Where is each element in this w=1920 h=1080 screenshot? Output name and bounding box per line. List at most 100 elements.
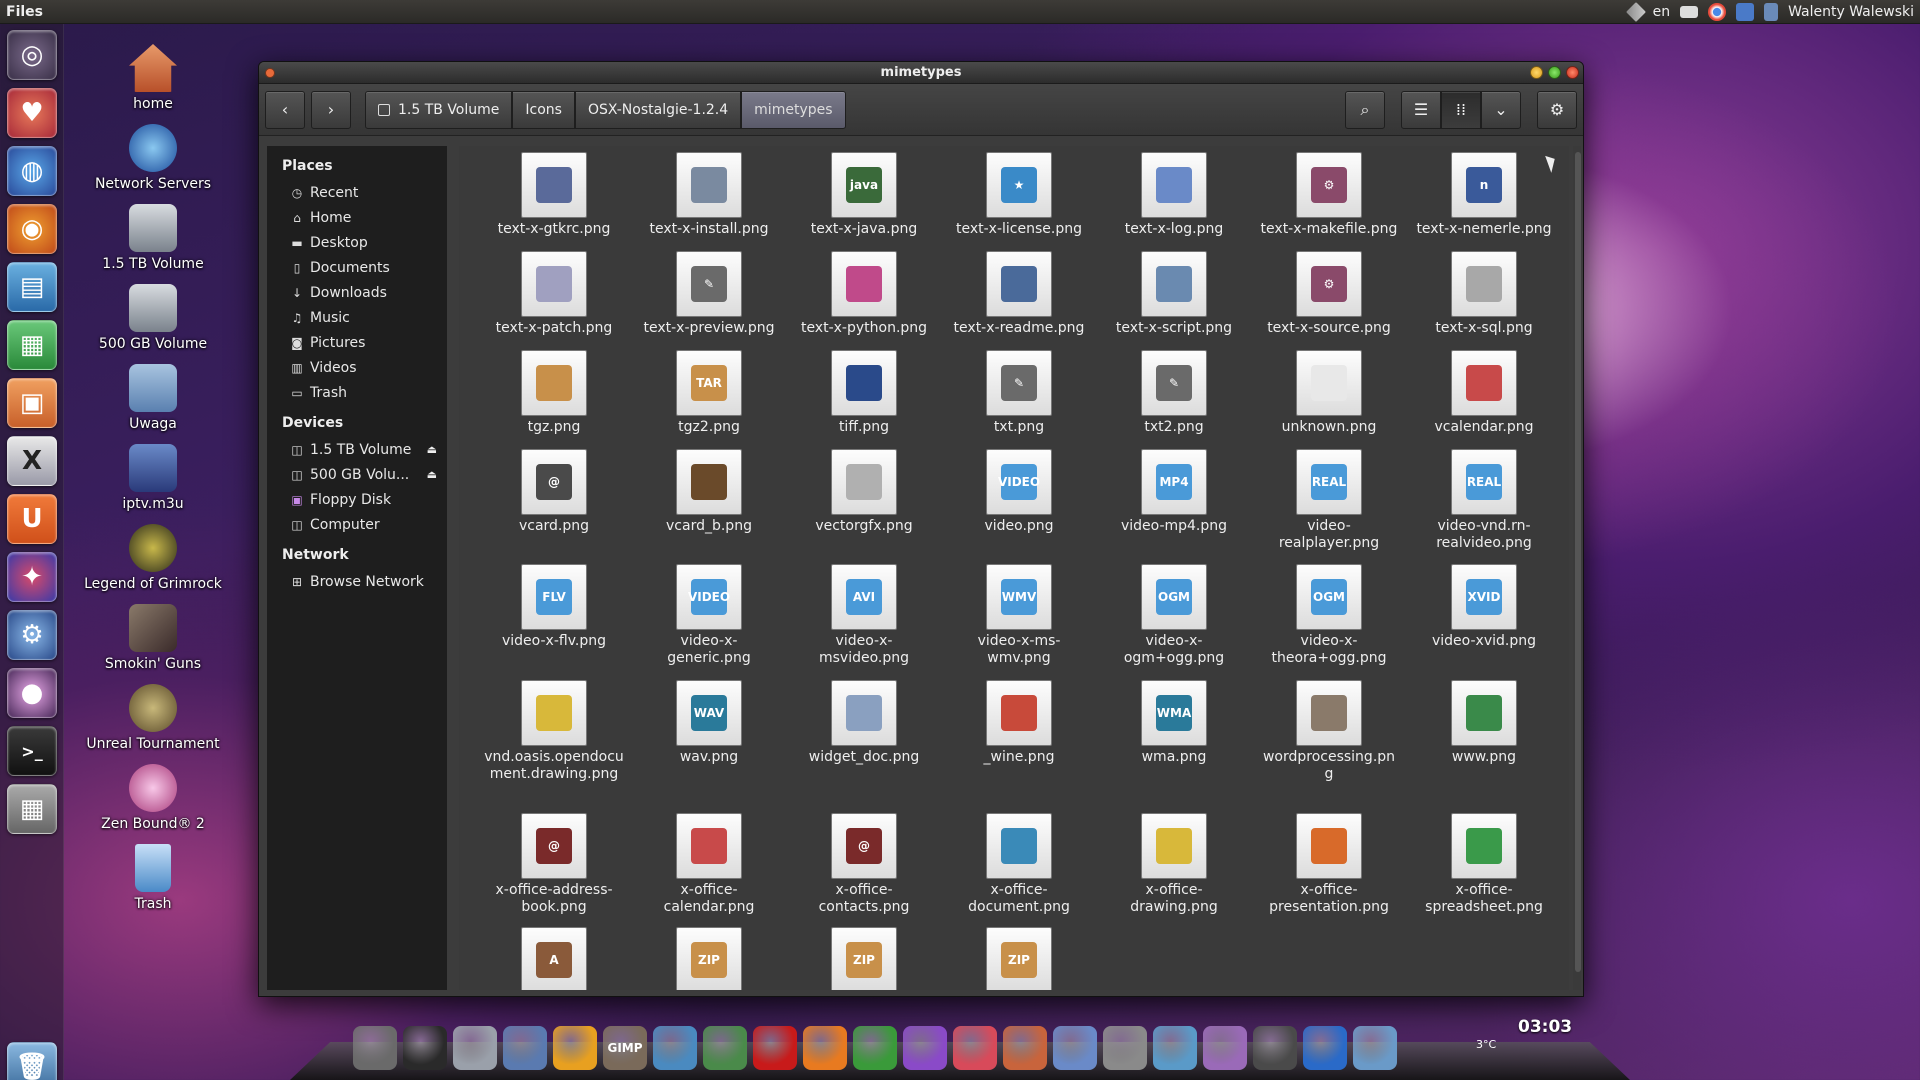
file-item[interactable]: text-x-log.png (1099, 152, 1249, 238)
file-item[interactable]: ✎ txt.png (944, 350, 1094, 436)
desktop-icon-volume-500gb[interactable]: 500 GB Volume (78, 284, 228, 352)
browser-icon[interactable]: ◍ (7, 146, 57, 196)
file-item[interactable]: ✎ text-x-preview.png (634, 251, 784, 337)
libreoffice-writer-icon[interactable]: ▤ (7, 262, 57, 312)
file-item[interactable]: unknown.png (1254, 350, 1404, 436)
sidebar-divider[interactable] (447, 146, 459, 990)
desktop-icon-legend-of-grimrock[interactable]: Legend of Grimrock (78, 524, 228, 592)
file-item[interactable]: tiff.png (789, 350, 939, 436)
chrome-icon[interactable] (853, 1026, 897, 1070)
mail-icon[interactable] (1680, 5, 1699, 18)
sidebar-item-downloads[interactable]: ↓ Downloads (267, 280, 447, 305)
minimize-button[interactable] (1530, 66, 1543, 79)
view-options-button[interactable]: ⌄ (1481, 90, 1521, 129)
trash-icon[interactable]: 🗑 (7, 1042, 57, 1080)
x11-app-icon[interactable]: X (7, 436, 57, 486)
file-item[interactable]: text-x-gtkrc.png (479, 152, 629, 238)
folder-icon[interactable] (1203, 1026, 1247, 1070)
applications-icon[interactable] (1053, 1026, 1097, 1070)
file-item[interactable]: ZIP (789, 927, 939, 990)
sidebar-item-home[interactable]: ⌂ Home (267, 205, 447, 230)
heart-icon[interactable] (953, 1026, 997, 1070)
sidebar-item-music[interactable]: ♫ Music (267, 305, 447, 330)
list-view-button[interactable]: ☰ (1401, 90, 1441, 129)
file-item[interactable]: AVI video-x-msvideo.png (789, 564, 939, 667)
volume-icon[interactable] (1764, 2, 1779, 21)
file-item[interactable]: java text-x-java.png (789, 152, 939, 238)
sidebar-item-pictures[interactable]: ◙ Pictures (267, 330, 447, 355)
file-item[interactable]: vnd.oasis.opendocument.drawing.png (479, 680, 629, 783)
file-item[interactable]: ⚙ text-x-makefile.png (1254, 152, 1404, 238)
settings-button[interactable]: ⚙ (1537, 90, 1577, 129)
file-item[interactable]: @ x-office-contacts.png (789, 813, 939, 916)
file-item[interactable]: VIDEO video-x-generic.png (634, 564, 784, 667)
maximize-button[interactable] (1548, 66, 1561, 79)
file-item[interactable]: text-x-sql.png (1409, 251, 1559, 337)
file-item[interactable]: ★ text-x-license.png (944, 152, 1094, 238)
downloads-icon[interactable] (1153, 1026, 1197, 1070)
file-item[interactable]: x-office-drawing.png (1099, 813, 1249, 916)
file-item[interactable]: ✎ txt2.png (1099, 350, 1249, 436)
file-item[interactable]: REAL video-vnd.rn-realvideo.png (1409, 449, 1559, 552)
pen-icon[interactable] (1625, 1, 1646, 22)
file-item[interactable]: ⚙ text-x-source.png (1254, 251, 1404, 337)
desktop-icon-iptv[interactable]: iptv.m3u (78, 444, 228, 512)
sidebar-item-desktop[interactable]: ▬ Desktop (267, 230, 447, 255)
desktop-icon-uwaga[interactable]: Uwaga (78, 364, 228, 432)
file-item[interactable]: vcard_b.png (634, 449, 784, 535)
libreoffice-impress-icon[interactable]: ▣ (7, 378, 57, 428)
file-item[interactable]: WMA wma.png (1099, 680, 1249, 766)
search-icon[interactable] (1103, 1026, 1147, 1070)
back-button[interactable]: ‹ (265, 90, 305, 129)
file-item[interactable]: @ vcard.png (479, 449, 629, 535)
file-item[interactable]: vcalendar.png (1409, 350, 1559, 436)
window-menu-icon[interactable] (265, 68, 275, 78)
file-item[interactable]: tgz.png (479, 350, 629, 436)
ubuntu-software-icon[interactable]: U (7, 494, 57, 544)
desktop-icon-network-servers[interactable]: Network Servers (78, 124, 228, 192)
file-item[interactable]: text-x-readme.png (944, 251, 1094, 337)
settings-icon[interactable]: ⚙ (7, 610, 57, 660)
file-item[interactable]: text-x-script.png (1099, 251, 1249, 337)
desktop-icon-zen-bound[interactable]: Zen Bound® 2 (78, 764, 228, 832)
desktop-icon-smokin-guns[interactable]: Smokin' Guns (78, 604, 228, 672)
calculator-icon[interactable]: ▦ (7, 784, 57, 834)
sidebar-item-browse-network[interactable]: ⊞ Browse Network (267, 569, 447, 594)
libreoffice-calc-icon[interactable]: ▦ (7, 320, 57, 370)
file-item[interactable]: TAR tgz2.png (634, 350, 784, 436)
desktop-icon-unreal-tournament[interactable]: Unreal Tournament (78, 684, 228, 752)
file-item[interactable]: OGM video-x-theora+ogg.png (1254, 564, 1404, 667)
file-item[interactable]: widget_doc.png (789, 680, 939, 766)
eject-icon[interactable]: ⏏ (427, 468, 437, 481)
file-item[interactable]: _wine.png (944, 680, 1094, 766)
sidebar-item-volume-500gb[interactable]: ◫ 500 GB Volu... ⏏ (267, 462, 447, 487)
file-item[interactable]: MP4 video-mp4.png (1099, 449, 1249, 535)
app-menu-title[interactable]: Files (6, 4, 43, 20)
scrollbar-thumb[interactable] (1575, 152, 1581, 972)
forward-button[interactable]: › (311, 90, 351, 129)
home-icon[interactable] (1003, 1026, 1047, 1070)
file-item[interactable]: text-x-install.png (634, 152, 784, 238)
file-item[interactable]: REAL video-realplayer.png (1254, 449, 1404, 552)
breadcrumb-item-icons[interactable]: Icons (512, 90, 575, 129)
file-item[interactable]: OGM video-x-ogm+ogg.png (1099, 564, 1249, 667)
firefox-icon[interactable]: ◉ (7, 204, 57, 254)
sidebar-item-computer[interactable]: ◫ Computer (267, 512, 447, 537)
documents-icon[interactable] (1353, 1026, 1397, 1070)
file-item[interactable]: x-office-calendar.png (634, 813, 784, 916)
file-item[interactable]: ZIP (634, 927, 784, 990)
grid-view-button[interactable]: ⁞⁞ (1441, 90, 1481, 129)
file-item[interactable]: A (479, 927, 629, 990)
file-item[interactable]: x-office-document.png (944, 813, 1094, 916)
file-item[interactable]: WAV wav.png (634, 680, 784, 766)
window-titlebar[interactable]: mimetypes (259, 62, 1583, 84)
terminal-icon[interactable] (403, 1026, 447, 1070)
breadcrumb-item-mimetypes[interactable]: mimetypes (741, 90, 846, 129)
desktop-icon-trash[interactable]: Trash (78, 844, 228, 912)
power-icon[interactable] (1253, 1026, 1297, 1070)
file-item[interactable]: x-office-spreadsheet.png (1409, 813, 1559, 916)
sidebar-item-volume-1-5tb[interactable]: ◫ 1.5 TB Volume ⏏ (267, 437, 447, 462)
breadcrumb-item-theme[interactable]: OSX-Nostalgie-1.2.4 (574, 90, 742, 129)
x11-icon[interactable] (453, 1026, 497, 1070)
contacts-icon[interactable] (703, 1026, 747, 1070)
